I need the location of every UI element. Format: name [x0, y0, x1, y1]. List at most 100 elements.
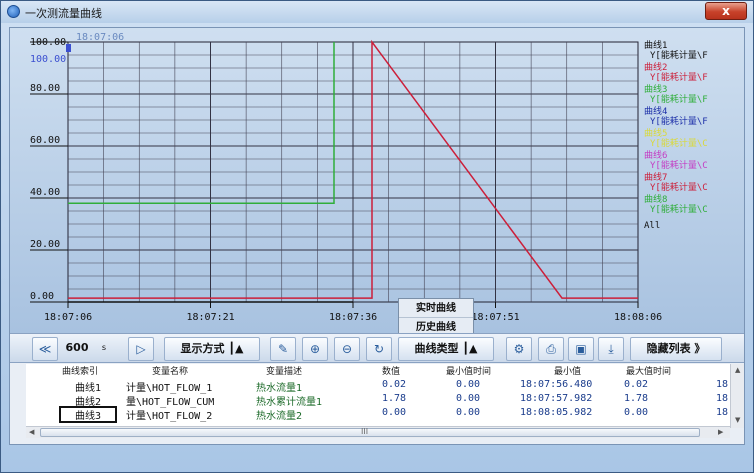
- legend-name: 曲线7: [644, 171, 667, 183]
- table-row[interactable]: 曲线2 量\HOT_FLOW_CUM 热水累计流量1 1.78 0.00 18:07:57…: [26, 393, 730, 408]
- y-tick-label: 0.00: [30, 291, 54, 302]
- y-max-label: 100.00: [30, 54, 66, 65]
- x-tick-label: 18:08:06: [614, 312, 662, 323]
- legend-var: Y[能耗计量\C: [650, 203, 708, 215]
- chart-panel: 100.00 80.00 60.00 40.00 20.00 0.00 100.00 18:0…: [10, 28, 744, 334]
- legend-name: 曲线2: [644, 61, 667, 73]
- scroll-up-icon[interactable]: ▲: [735, 366, 740, 374]
- cell-desc: 热水流量1: [256, 383, 303, 394]
- window-title: 一次测流量曲线: [25, 7, 102, 20]
- legend-var: Y[能耗计量\F: [650, 115, 708, 127]
- marker-icon[interactable]: ✎: [270, 337, 296, 361]
- scroll-grip: III: [361, 427, 369, 436]
- cell-var: 计量\HOT_FLOW_2: [126, 411, 213, 422]
- cell-min: 18:08:05.982: [520, 407, 593, 418]
- legend-var: Y[能耗计量\F: [650, 71, 708, 83]
- client-area: 100.00 80.00 60.00 40.00 20.00 0.00 100.00 18:0…: [9, 27, 745, 445]
- cell-max-time: 0.02: [624, 379, 649, 390]
- export-icon[interactable]: ⤓: [598, 337, 624, 361]
- cell-min-time: 0.00: [456, 407, 481, 418]
- hide-list-button[interactable]: 隐藏列表 》: [630, 337, 722, 361]
- cell-min: 18:07:57.982: [520, 393, 593, 404]
- toolbar: ≪ 600 s ▷ 显示方式 ┃▲ ✎ ⊕ ⊖ ↻ 曲线类型 ┃▲ ⚙ ⎙ ▣ …: [10, 333, 744, 363]
- table-row[interactable]: 曲线3 计量\HOT_FLOW_2 热水流量2 0.00 0.00 18:08:05.98…: [26, 406, 730, 423]
- x-tick-label: 18:07:21: [187, 312, 235, 323]
- legend-all: All: [644, 221, 660, 231]
- x-tick-label: 18:07:36: [329, 312, 377, 323]
- cell-max-time: 0.00: [624, 407, 649, 418]
- col-maxtime-header[interactable]: 最大值时间: [626, 364, 671, 377]
- time-span-unit: s: [101, 343, 107, 352]
- x-tick-label: 18:07:06: [44, 312, 92, 323]
- scroll-left-icon[interactable]: ◀: [29, 428, 34, 436]
- legend-var: Y[能耗计量\F: [650, 49, 708, 61]
- trend-chart[interactable]: 100.0080.0060.0040.0020.000.00100.0018:0…: [10, 28, 744, 334]
- cell-min-time: 0.00: [456, 379, 481, 390]
- legend-var: Y[能耗计量\C: [650, 159, 708, 171]
- legend-name: 曲线6: [644, 149, 667, 161]
- save-icon[interactable]: ▣: [568, 337, 594, 361]
- cell-var: 计量\HOT_FLOW_1: [126, 383, 213, 394]
- settings-icon[interactable]: ⚙: [506, 337, 532, 361]
- y-tick-label: 60.00: [30, 135, 60, 146]
- time-span-value[interactable]: 600: [62, 337, 92, 361]
- realtime-curve-item[interactable]: 实时曲线: [399, 299, 473, 318]
- legend-var: Y[能耗计量\C: [650, 137, 708, 149]
- y-tick-label: 80.00: [30, 83, 60, 94]
- legend-var: Y[能耗计量\C: [650, 181, 708, 193]
- title-bar[interactable]: 一次测流量曲线 x: [1, 1, 753, 23]
- legend-name: 曲线4: [644, 105, 667, 117]
- cell-desc: 热水流量2: [256, 411, 303, 422]
- vertical-scrollbar[interactable]: ▲ ▼: [730, 364, 744, 428]
- window: 一次测流量曲线 x 100.00 80.00 60.00 40.00 20.00 0.00…: [0, 0, 754, 473]
- cell-value: 0.02: [382, 379, 407, 390]
- x-tick-label: 18:07:51: [472, 312, 520, 323]
- legend-name: 曲线8: [644, 193, 667, 205]
- curve-type-button[interactable]: 曲线类型 ┃▲: [398, 337, 494, 361]
- close-button[interactable]: x: [705, 2, 747, 20]
- zoom-out-icon[interactable]: ⊖: [334, 337, 360, 361]
- app-icon: [7, 5, 20, 18]
- cell-min: 18:07:56.480: [520, 379, 593, 390]
- cursor-marker: [66, 44, 71, 52]
- cell-extra: 18: [716, 407, 729, 418]
- horizontal-scrollbar[interactable]: ◀ III ▶: [26, 426, 730, 438]
- prev-page-icon[interactable]: ≪: [32, 337, 58, 361]
- y-tick-label: 40.00: [30, 187, 60, 198]
- refresh-icon[interactable]: ↻: [366, 337, 392, 361]
- cell-extra: 18: [716, 379, 729, 390]
- zoom-in-icon[interactable]: ⊕: [302, 337, 328, 361]
- col-index-header[interactable]: 曲线索引: [62, 364, 98, 377]
- curve-table: 曲线索引 变量名称 变量描述 数值 最小值时间 最小值 最大值时间 曲线1 计量\…: [26, 364, 730, 426]
- table-row[interactable]: 曲线1 计量\HOT_FLOW_1 热水流量1 0.02 0.00 18:07:56.48…: [26, 379, 730, 394]
- legend-name: 曲线5: [644, 127, 667, 139]
- col-min-header[interactable]: 最小值: [554, 364, 581, 377]
- cell-min-time: 0.00: [456, 393, 481, 404]
- next-page-icon[interactable]: ▷: [128, 337, 154, 361]
- horizontal-scroll-thumb[interactable]: III: [40, 427, 700, 437]
- y-tick-label: 20.00: [30, 239, 60, 250]
- series-line-2: [68, 42, 335, 204]
- cell-desc: 热水累计流量1: [256, 397, 323, 408]
- scroll-down-icon[interactable]: ▼: [735, 416, 740, 424]
- display-mode-button[interactable]: 显示方式 ┃▲: [164, 337, 260, 361]
- col-value-header[interactable]: 数值: [382, 364, 400, 377]
- cell-extra: 18: [716, 393, 729, 404]
- cell-var: 量\HOT_FLOW_CUM: [126, 397, 215, 408]
- legend-name: 曲线1: [644, 39, 667, 51]
- cell-idx: 曲线1: [74, 383, 102, 394]
- col-mintime-header[interactable]: 最小值时间: [446, 364, 491, 377]
- legend-var: Y[能耗计量\F: [650, 93, 708, 105]
- legend-name: 曲线3: [644, 83, 667, 95]
- cell-value: 1.78: [382, 393, 407, 404]
- col-desc-header[interactable]: 变量描述: [266, 364, 302, 377]
- print-icon[interactable]: ⎙: [538, 337, 564, 361]
- cursor-time-label: 18:07:06: [76, 32, 124, 43]
- curve-mode-menu: 实时曲线 历史曲线: [398, 298, 474, 338]
- cell-value: 0.00: [382, 407, 407, 418]
- col-var-header[interactable]: 变量名称: [152, 364, 188, 377]
- cell-idx: 曲线2: [74, 397, 102, 408]
- table-header: 曲线索引 变量名称 变量描述 数值 最小值时间 最小值 最大值时间: [26, 364, 730, 378]
- cell-max-time: 1.78: [624, 393, 649, 404]
- scroll-right-icon[interactable]: ▶: [718, 428, 723, 436]
